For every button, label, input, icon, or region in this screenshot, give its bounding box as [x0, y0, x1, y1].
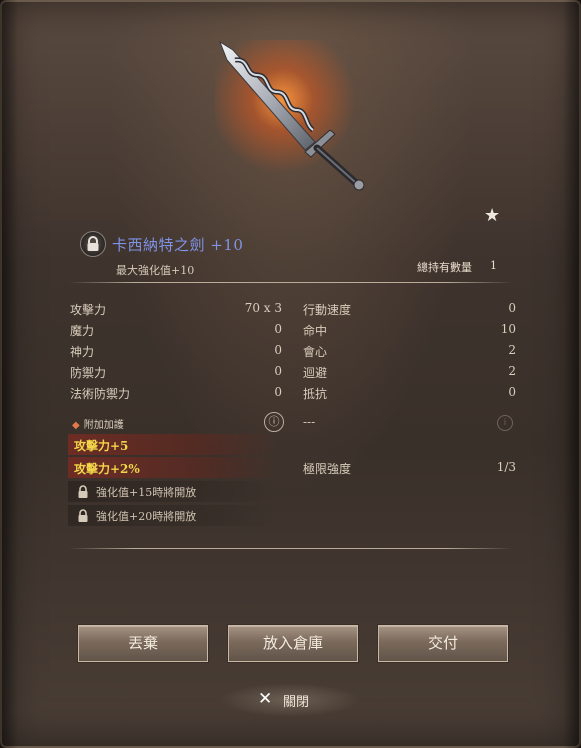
info-icon[interactable]: ⓘ	[264, 412, 284, 432]
close-icon: ✕	[258, 689, 273, 709]
favorite-star-icon[interactable]: ★	[484, 205, 500, 226]
item-name: 卡西納特之劍 +10	[112, 236, 244, 254]
stat-label: 會心	[303, 345, 328, 359]
item-image-sword	[195, 30, 385, 200]
deliver-button[interactable]: 交付	[378, 625, 508, 662]
limit-strength-label: 極限強度	[303, 462, 352, 476]
stat-value: 10	[500, 322, 516, 336]
stat-label: 魔力	[70, 324, 95, 338]
info-icon-disabled: i	[497, 415, 513, 431]
bonus-locked: 強化值+20時將開放	[96, 510, 197, 523]
stat-label: 神力	[70, 345, 95, 359]
diamond-icon: ◆	[72, 420, 80, 431]
stat-value: 0	[508, 301, 516, 315]
lock-icon	[78, 485, 88, 498]
stat-value: 0	[274, 322, 282, 336]
store-button[interactable]: 放入倉庫	[228, 625, 358, 662]
bonus-right-placeholder: ---	[303, 415, 316, 429]
stat-value: 2	[508, 343, 516, 357]
stat-value: 2	[508, 364, 516, 378]
close-label: 關閉	[283, 695, 310, 710]
close-button[interactable]: ✕ 關閉	[220, 683, 360, 717]
bonus-section-title: ◆ 附加加護	[72, 416, 124, 431]
stat-label: 行動速度	[303, 303, 352, 317]
stat-label: 迴避	[303, 366, 328, 380]
bonus-active: 攻擊力+5	[74, 439, 129, 453]
stat-value: 0	[274, 364, 282, 378]
bonus-locked: 強化值+15時將開放	[96, 486, 197, 499]
stat-label: 命中	[303, 324, 328, 338]
panel-edge-left	[0, 0, 18, 748]
lock-icon	[78, 509, 88, 522]
stat-label: 法術防禦力	[70, 387, 131, 401]
bonus-active: 攻擊力+2%	[74, 462, 140, 476]
limit-strength-value: 1/3	[496, 460, 516, 474]
bonus-title-text: 附加加護	[83, 420, 124, 431]
stat-value: 0	[274, 385, 282, 399]
stat-label: 防禦力	[70, 366, 107, 380]
stat-value: 70 x 3	[244, 301, 282, 315]
panel-edge-right	[563, 0, 581, 748]
max-enhancement: 最大強化值+10	[116, 264, 195, 277]
discard-button[interactable]: 丟棄	[78, 625, 208, 662]
stat-label: 攻擊力	[70, 303, 107, 317]
stat-label: 抵抗	[303, 387, 328, 401]
bottom-divider	[68, 548, 513, 549]
header-divider	[68, 282, 513, 283]
hold-count-value: 1	[490, 259, 497, 272]
sword-icon	[218, 40, 365, 191]
hold-count-label: 總持有數量	[417, 261, 472, 274]
lock-icon[interactable]	[80, 231, 106, 257]
stat-value: 0	[508, 385, 516, 399]
stat-value: 0	[274, 343, 282, 357]
